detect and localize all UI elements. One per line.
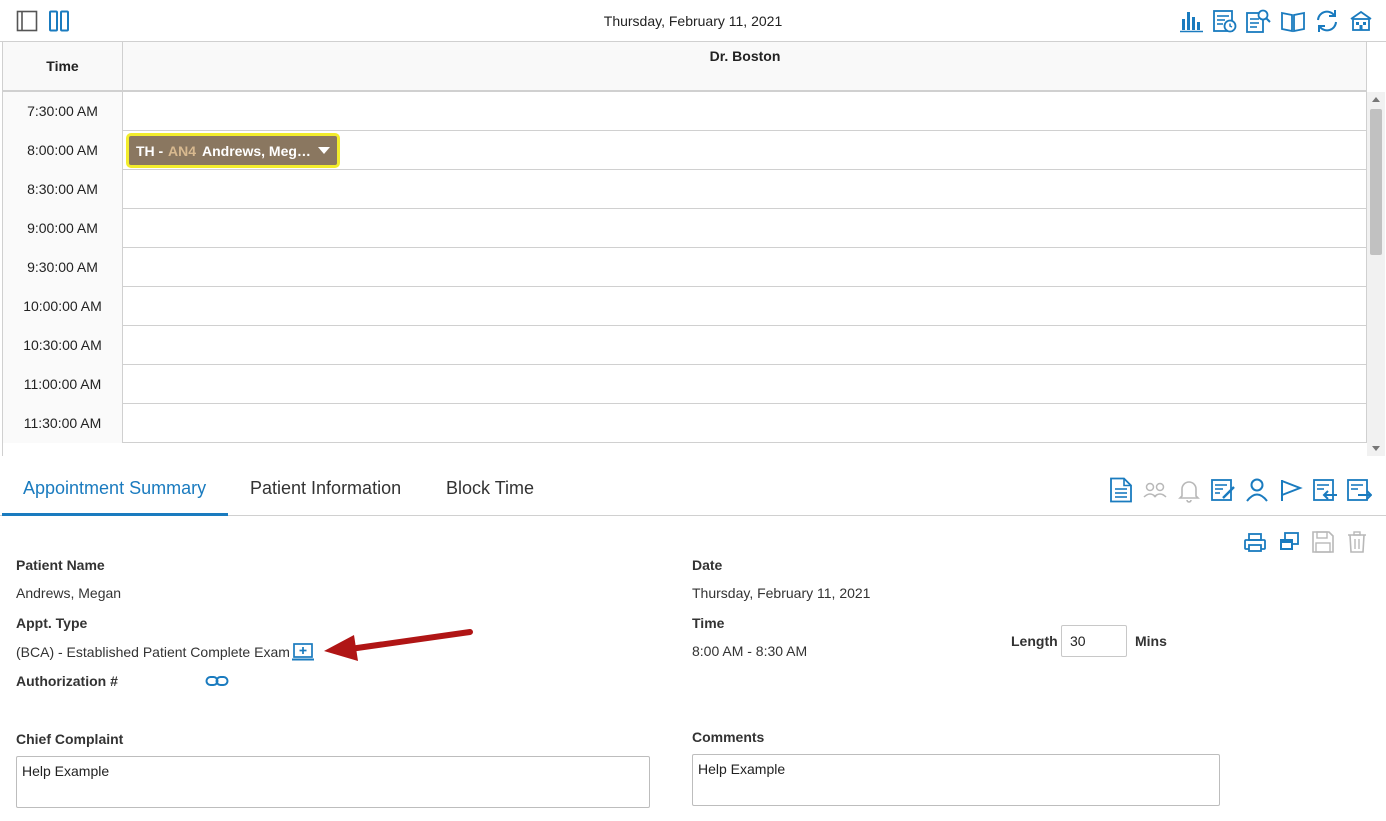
refresh-icon[interactable] (1314, 8, 1340, 34)
length-label: Length (1011, 633, 1058, 649)
comments-label: Comments (692, 729, 765, 745)
patient-user-icon[interactable] (1244, 477, 1270, 503)
time-slot-cell[interactable] (123, 92, 1367, 131)
time-slot-row: 7:30:00 AM (3, 92, 1367, 131)
link-icon[interactable] (205, 671, 229, 691)
group-icon (1143, 482, 1167, 498)
active-tab-indicator (2, 513, 228, 516)
time-slot-row: 9:30:00 AM (3, 248, 1367, 287)
comments-input[interactable]: Help Example (692, 754, 1220, 806)
detail-tabs: Appointment Summary Patient Information … (0, 462, 1386, 516)
save-icon (1312, 531, 1334, 553)
time-slot-row: 11:30:00 AM (3, 404, 1367, 443)
scroll-down-arrow-icon[interactable] (1372, 446, 1380, 451)
flag-icon[interactable] (1278, 477, 1304, 503)
tab-appointment-summary[interactable]: Appointment Summary (23, 478, 206, 499)
schedule-toolbar: Thursday, February 11, 2021 (0, 0, 1386, 42)
time-label: Time (692, 615, 725, 631)
date-value: Thursday, February 11, 2021 (692, 585, 871, 601)
time-slot-row: 8:30:00 AM (3, 170, 1367, 209)
tab-block-time[interactable]: Block Time (446, 478, 534, 499)
provider-column-header: Dr. Boston (709, 48, 781, 64)
book-icon[interactable] (1280, 8, 1306, 34)
patient-name-value: Andrews, Megan (16, 585, 122, 601)
time-slot-cell[interactable] (123, 287, 1367, 326)
appt-type-value: (BCA) - Established Patient Complete Exa… (16, 644, 290, 660)
time-slot-label: 9:00:00 AM (3, 209, 123, 248)
time-slot-row: 11:00:00 AM (3, 365, 1367, 404)
schedule-scrollbar[interactable] (1367, 92, 1385, 456)
schedule-grid: Time Dr. Boston 7:30:00 AM 8:00:00 AM 8:… (2, 42, 1385, 456)
schedule-grid-header: Time Dr. Boston (3, 42, 1367, 92)
scroll-thumb[interactable] (1370, 109, 1382, 255)
time-column-header: Time (3, 42, 123, 90)
patient-name-label: Patient Name (16, 557, 105, 573)
chief-complaint-label: Chief Complaint (16, 731, 124, 747)
check-in-icon[interactable] (1312, 477, 1338, 503)
edit-notes-icon[interactable] (1210, 477, 1236, 503)
authorization-label: Authorization # (16, 673, 118, 689)
trash-icon (1348, 531, 1366, 553)
time-slot-row: 9:00:00 AM (3, 209, 1367, 248)
time-slot-label: 11:00:00 AM (3, 365, 123, 404)
appointment-code: TH - (136, 143, 164, 159)
add-exam-icon[interactable] (291, 641, 315, 663)
time-slot-label: 9:30:00 AM (3, 248, 123, 287)
scroll-up-arrow-icon[interactable] (1372, 97, 1380, 102)
time-slot-row: 10:00:00 AM (3, 287, 1367, 326)
office-icon[interactable] (1348, 8, 1374, 34)
time-slot-cell[interactable] (123, 404, 1367, 443)
time-slot-label: 8:30:00 AM (3, 170, 123, 209)
time-slot-label: 10:00:00 AM (3, 287, 123, 326)
copy-window-icon[interactable] (1277, 530, 1301, 554)
length-input[interactable] (1061, 625, 1127, 657)
document-icon[interactable] (1108, 477, 1134, 503)
appt-type-label: Appt. Type (16, 615, 88, 631)
appointment-patient-name: Andrews, Megan (202, 143, 312, 159)
bar-chart-icon[interactable] (1178, 8, 1204, 34)
time-slot-cell[interactable] (123, 326, 1367, 365)
print-icon[interactable] (1243, 530, 1267, 554)
tab-patient-information[interactable]: Patient Information (250, 478, 401, 499)
time-slot-cell[interactable] (123, 170, 1367, 209)
chevron-down-icon[interactable] (318, 147, 330, 154)
annotation-arrow-icon (324, 629, 473, 661)
schedule-report-icon[interactable] (1212, 8, 1238, 34)
appointment-room-code: AN4 (168, 143, 197, 159)
length-unit-label: Mins (1135, 633, 1167, 649)
time-slot-cell[interactable] (123, 248, 1367, 287)
time-slot-cell[interactable] (123, 365, 1367, 404)
time-slot-cell[interactable] (123, 209, 1367, 248)
time-slot-label: 10:30:00 AM (3, 326, 123, 365)
time-slot-label: 7:30:00 AM (3, 92, 123, 131)
time-value: 8:00 AM - 8:30 AM (692, 643, 808, 659)
date-label: Date (692, 557, 723, 573)
time-slot-label: 8:00:00 AM (3, 131, 123, 170)
check-out-icon[interactable] (1346, 477, 1372, 503)
chief-complaint-input[interactable]: Help Example (16, 756, 650, 808)
time-slot-label: 11:30:00 AM (3, 404, 123, 443)
appointment-block[interactable]: TH - AN4 Andrews, Megan (126, 133, 340, 168)
time-slot-row: 10:30:00 AM (3, 326, 1367, 365)
bell-icon (1178, 481, 1200, 503)
document-search-icon[interactable] (1245, 8, 1271, 34)
